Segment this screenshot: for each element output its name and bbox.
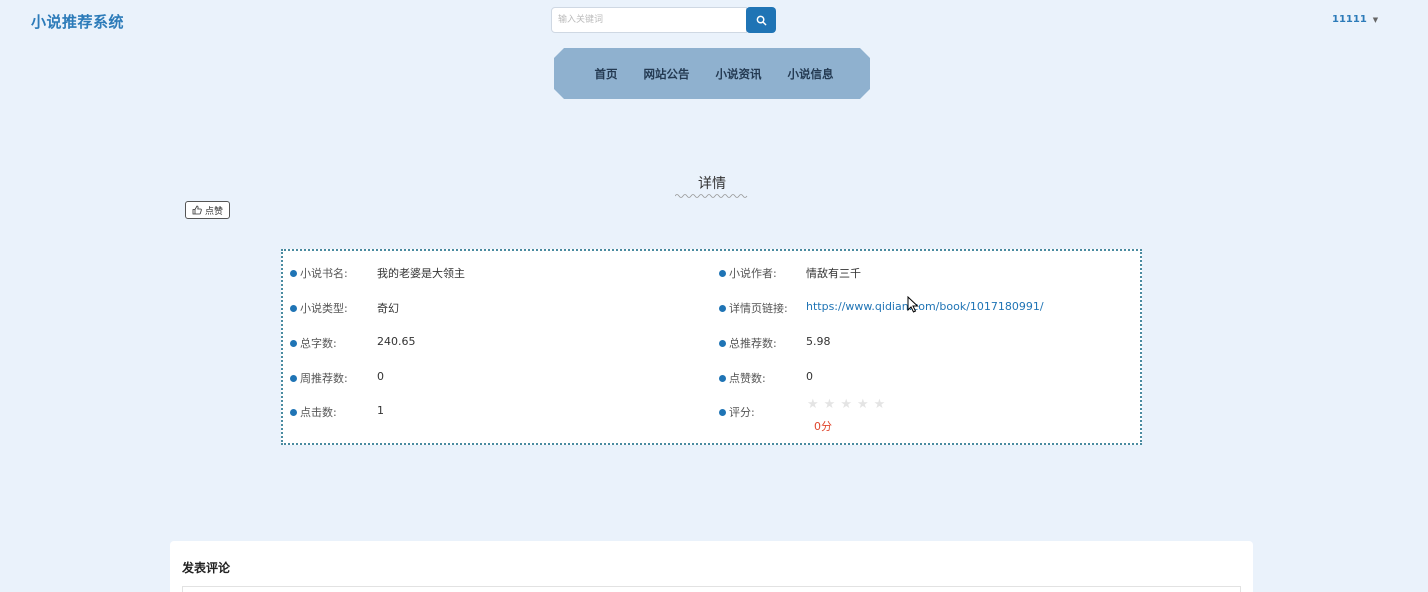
author-value: 情敌有三千 — [806, 267, 861, 280]
novel-info-panel: 小说书名: 我的老婆是大领主 小说类型: 奇幻 总字数: 240.65 周推荐数… — [281, 249, 1142, 445]
star-icon[interactable]: ★ — [840, 397, 852, 412]
star-icon[interactable]: ★ — [874, 397, 886, 412]
site-brand[interactable]: 小说推荐系统 — [31, 11, 124, 32]
chevron-down-icon: ▼ — [1372, 15, 1379, 24]
like-button[interactable]: 点赞 — [185, 201, 231, 219]
clicks-row: 点击数: — [290, 404, 337, 420]
nav-item-news[interactable]: 小说资讯 — [716, 66, 762, 82]
like-button-label: 点赞 — [205, 206, 224, 217]
weekly-recommend-label: 周推荐数: — [300, 372, 348, 385]
rating-score: 0分 — [814, 420, 832, 433]
link-row: 详情页链接: — [719, 300, 788, 316]
bullet-icon — [719, 339, 726, 347]
search-button[interactable] — [746, 7, 776, 33]
detail-page-link[interactable]: https://www.qidian.com/book/1017180991/ — [806, 300, 1044, 313]
search-bar — [551, 7, 776, 33]
thumbs-up-icon — [192, 205, 202, 215]
star-icon[interactable]: ★ — [807, 397, 819, 412]
comment-section: 发表评论 — [170, 541, 1253, 592]
author-label: 小说作者: — [729, 267, 777, 280]
rating-stars[interactable]: ★ ★ ★ ★ ★ — [807, 397, 885, 412]
type-value: 奇幻 — [377, 302, 399, 315]
comment-input[interactable] — [182, 586, 1241, 592]
nav-item-novel-info[interactable]: 小说信息 — [788, 66, 834, 82]
bullet-icon — [290, 408, 297, 416]
search-icon — [756, 15, 766, 25]
clicks-value: 1 — [377, 404, 384, 417]
book-name-label: 小说书名: — [300, 267, 348, 280]
total-words-value: 240.65 — [377, 335, 416, 348]
likes-label: 点赞数: — [729, 372, 766, 385]
weekly-recommend-value: 0 — [377, 370, 384, 383]
link-label: 详情页链接: — [729, 302, 788, 315]
comment-section-title: 发表评论 — [182, 561, 231, 575]
nav-item-announcements[interactable]: 网站公告 — [644, 66, 690, 82]
clicks-label: 点击数: — [300, 406, 337, 419]
search-input[interactable] — [551, 7, 747, 33]
book-name-value: 我的老婆是大领主 — [377, 267, 465, 280]
rating-row: 评分: — [719, 404, 755, 420]
likes-value: 0 — [806, 370, 813, 383]
likes-row: 点赞数: — [719, 370, 766, 386]
total-words-row: 总字数: — [290, 335, 337, 351]
bullet-icon — [290, 269, 297, 277]
mouse-cursor-icon — [907, 296, 919, 313]
title-underline-decoration — [675, 194, 748, 198]
star-icon[interactable]: ★ — [857, 397, 869, 412]
bullet-icon — [719, 374, 726, 382]
type-row: 小说类型: — [290, 300, 348, 316]
bullet-icon — [290, 374, 297, 382]
user-menu[interactable]: 11111 ▼ — [1332, 14, 1378, 25]
star-icon[interactable]: ★ — [824, 397, 836, 412]
rating-label: 评分: — [729, 406, 755, 419]
book-name-row: 小说书名: — [290, 265, 348, 281]
bullet-icon — [290, 304, 297, 312]
main-nav: 首页 网站公告 小说资讯 小说信息 — [554, 48, 870, 99]
page-title: 详情 — [698, 176, 726, 192]
type-label: 小说类型: — [300, 302, 348, 315]
total-recommend-label: 总推荐数: — [729, 337, 777, 350]
bullet-icon — [290, 339, 297, 347]
total-recommend-row: 总推荐数: — [719, 335, 777, 351]
bullet-icon — [719, 408, 726, 416]
total-recommend-value: 5.98 — [806, 335, 831, 348]
bullet-icon — [719, 304, 726, 312]
author-row: 小说作者: — [719, 265, 777, 281]
user-name: 11111 — [1332, 14, 1367, 25]
weekly-recommend-row: 周推荐数: — [290, 370, 348, 386]
bullet-icon — [719, 269, 726, 277]
total-words-label: 总字数: — [300, 337, 337, 350]
nav-item-home[interactable]: 首页 — [595, 66, 618, 82]
